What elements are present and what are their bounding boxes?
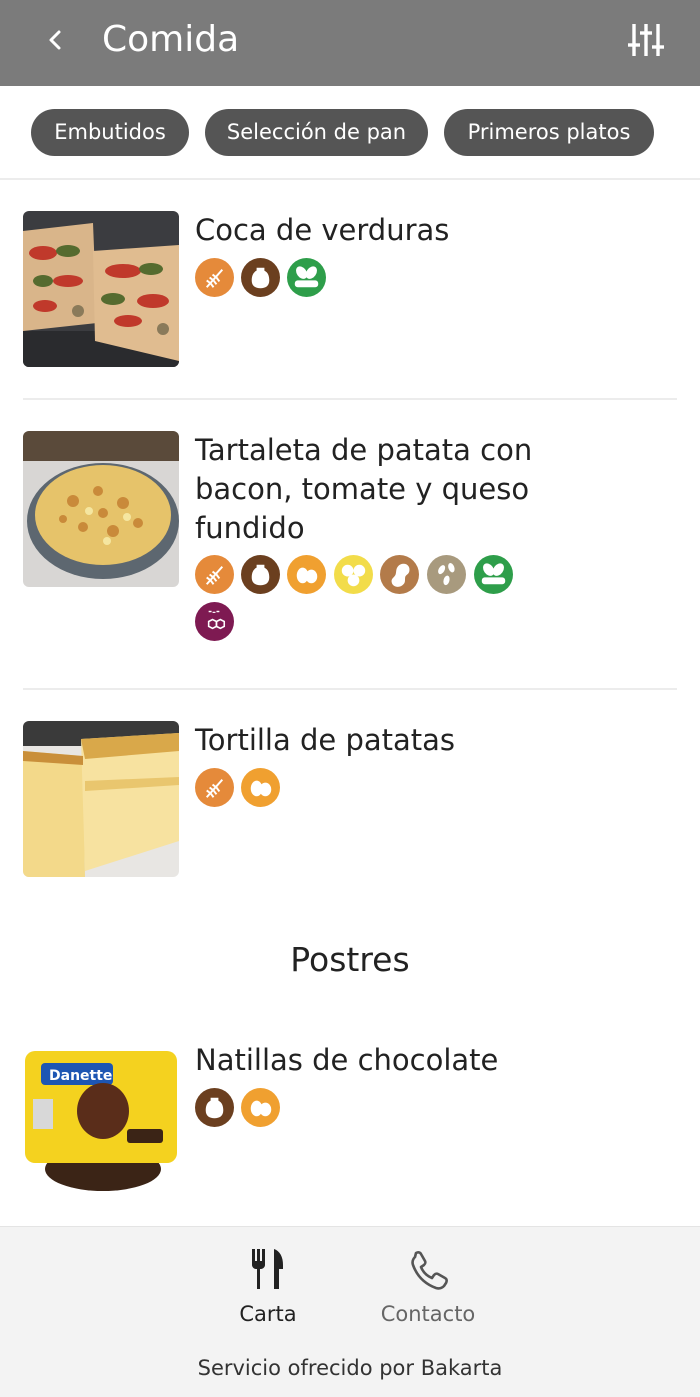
menu-item[interactable]: Tartaleta de patata con bacon, tomate y … xyxy=(0,400,700,690)
allergen-list xyxy=(195,555,535,645)
svg-text:Danette: Danette xyxy=(49,1068,112,1084)
dish-photo xyxy=(23,431,179,587)
phone-icon xyxy=(411,1251,448,1290)
milk-icon xyxy=(241,555,280,594)
gluten-icon xyxy=(195,258,234,297)
dish-name: Natillas de chocolate xyxy=(195,1043,499,1077)
dish-name: Tartaleta de patata con bacon, tomate y … xyxy=(195,433,533,545)
filter-button[interactable] xyxy=(622,16,670,64)
allergen-list xyxy=(195,1088,535,1128)
soy-icon xyxy=(287,258,326,297)
menu-item[interactable]: Coca de verduras xyxy=(0,180,700,400)
tab-label: Carta xyxy=(239,1302,297,1326)
section-title: Postres xyxy=(290,940,410,979)
dish-photo xyxy=(23,211,179,367)
fork-knife-icon xyxy=(252,1249,283,1289)
sesame-icon xyxy=(427,555,466,594)
milk-icon xyxy=(195,1088,234,1127)
chevron-left-icon xyxy=(49,30,61,50)
tab-carta[interactable]: Carta xyxy=(188,1227,348,1337)
category-chips: Embutidos Selección de pan Primeros plat… xyxy=(0,86,700,180)
app-bar: Comida xyxy=(0,0,700,86)
dish-name: Coca de verduras xyxy=(195,213,450,247)
eggs-icon xyxy=(241,768,280,807)
chip-primeros-platos[interactable]: Primeros platos xyxy=(444,109,654,156)
chip-embutidos[interactable]: Embutidos xyxy=(31,109,189,156)
menu-item[interactable]: Tortilla de patatas xyxy=(0,690,700,890)
sulphites-icon xyxy=(195,602,234,641)
bottom-navigation: Carta Contacto Servicio ofrecido por Bak… xyxy=(0,1226,700,1397)
sliders-icon xyxy=(628,24,664,56)
tab-label: Contacto xyxy=(380,1302,476,1326)
dish-photo: Danette xyxy=(23,1041,179,1197)
eggs-icon xyxy=(241,1088,280,1127)
lupin-icon xyxy=(334,555,373,594)
soy-icon xyxy=(474,555,513,594)
allergen-list xyxy=(195,258,535,298)
gluten-icon xyxy=(195,555,234,594)
page-title: Comida xyxy=(102,19,240,60)
gluten-icon xyxy=(195,768,234,807)
tab-contacto[interactable]: Contacto xyxy=(348,1227,508,1337)
back-button[interactable] xyxy=(36,18,76,62)
allergen-list xyxy=(195,768,535,808)
dish-name: Tortilla de patatas xyxy=(195,723,456,757)
menu-item[interactable]: Danette Natillas de chocolate xyxy=(0,1010,700,1210)
eggs-icon xyxy=(287,555,326,594)
dish-photo xyxy=(23,721,179,877)
peanuts-icon xyxy=(380,555,419,594)
footer-text: Servicio ofrecido por Bakarta xyxy=(197,1356,503,1380)
chip-seleccion-de-pan[interactable]: Selección de pan xyxy=(205,109,428,156)
milk-icon xyxy=(241,258,280,297)
